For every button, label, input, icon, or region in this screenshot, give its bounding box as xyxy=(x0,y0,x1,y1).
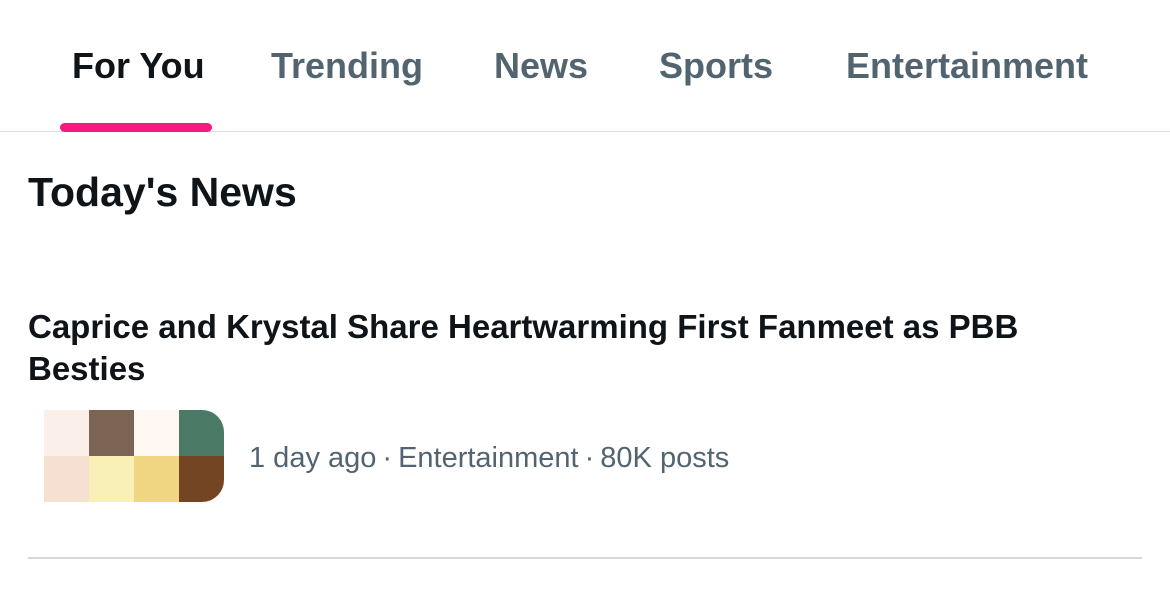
thumbnail-pixel xyxy=(89,410,134,456)
news-thumbnail xyxy=(44,410,224,502)
news-post-count: 80K posts xyxy=(600,442,730,474)
tab-news[interactable]: News xyxy=(494,44,588,88)
divider xyxy=(28,557,1142,559)
meta-separator: · xyxy=(584,442,595,474)
tab-sports[interactable]: Sports xyxy=(659,44,773,88)
thumbnail-pixel xyxy=(134,410,179,456)
thumbnail-pixel xyxy=(134,456,179,502)
news-meta: 1 day ago · Entertainment · 80K posts xyxy=(249,440,729,476)
tab-entertainment[interactable]: Entertainment xyxy=(846,44,1088,88)
tab-trending[interactable]: Trending xyxy=(271,44,423,88)
news-item[interactable]: Caprice and Krystal Share Heartwarming F… xyxy=(0,290,1170,558)
news-category: Entertainment xyxy=(398,442,579,474)
tab-for-you[interactable]: For You xyxy=(72,44,205,88)
thumbnail-pixel xyxy=(44,456,89,502)
thumbnail-pixel xyxy=(179,410,224,456)
news-headline[interactable]: Caprice and Krystal Share Heartwarming F… xyxy=(28,306,1078,390)
meta-separator: · xyxy=(382,442,393,474)
thumbnail-pixel xyxy=(44,410,89,456)
tab-bar: For You Trending News Sports Entertainme… xyxy=(0,0,1170,132)
section-title: Today's News xyxy=(28,169,297,215)
news-time: 1 day ago xyxy=(249,442,377,474)
thumbnail-pixel xyxy=(179,456,224,502)
active-tab-indicator xyxy=(60,123,212,132)
thumbnail-pixel xyxy=(89,456,134,502)
